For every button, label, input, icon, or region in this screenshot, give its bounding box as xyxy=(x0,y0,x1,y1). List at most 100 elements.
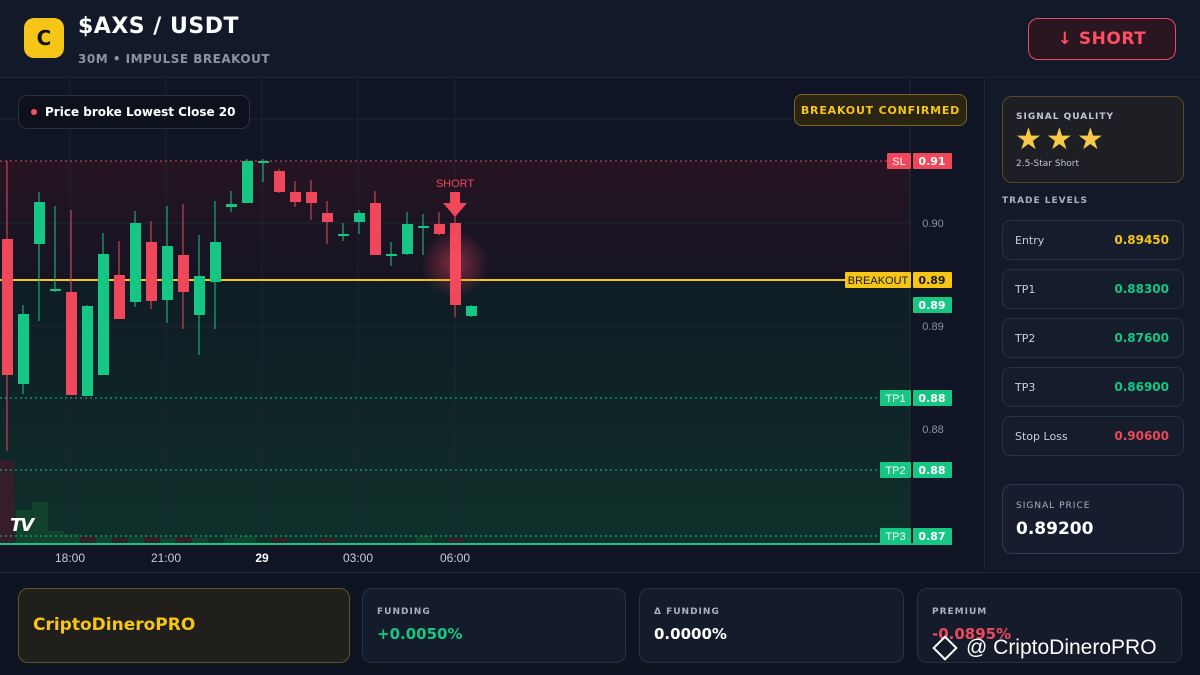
trade-level-value: 0.90600 xyxy=(1114,429,1169,443)
candle-body xyxy=(466,306,477,316)
short-marker-label: SHORT xyxy=(436,178,475,190)
delta-funding-card: Δ FUNDING 0.0000% xyxy=(639,588,904,663)
breakout-confirmed-badge: BREAKOUT CONFIRMED xyxy=(794,94,967,126)
candle-body xyxy=(338,234,349,236)
candlestick-chart[interactable]: 0.91 SL 0.89 BREAKOUT 0.89 0.88 TP1 0.88 TP2 0.87… xyxy=(0,79,985,571)
level-tag-text: BREAKOUT xyxy=(848,275,909,287)
y-axis-tick: 0.89 xyxy=(922,321,943,333)
star-rating: ★ ★ ★ xyxy=(1015,125,1104,155)
trade-level-value: 0.89450 xyxy=(1114,233,1169,247)
level-tag-text: SL xyxy=(892,156,905,168)
delta-funding-value: 0.0000% xyxy=(654,625,727,643)
x-axis-tick: 03:00 xyxy=(343,551,373,565)
short-button[interactable]: ↓ SHORT xyxy=(1028,18,1176,60)
trade-level-row: Stop Loss 0.90600 xyxy=(1002,416,1184,456)
price-chart[interactable]: 0.91 SL 0.89 BREAKOUT 0.89 0.88 TP1 0.88 TP2 0.87… xyxy=(0,79,985,571)
candle-body xyxy=(34,202,45,244)
candle-body xyxy=(290,192,301,202)
x-axis-tick: 06:00 xyxy=(440,551,470,565)
level-tag-text: TP2 xyxy=(885,465,905,477)
candle-body xyxy=(50,289,61,291)
volume-bar xyxy=(144,537,160,544)
x-axis-tick: 29 xyxy=(255,551,269,565)
candle-body xyxy=(370,203,381,255)
candle-body xyxy=(98,254,109,375)
candle-body xyxy=(146,242,157,301)
candle-body xyxy=(258,161,269,163)
level-value-text: 0.91 xyxy=(918,155,945,168)
candle-body xyxy=(114,275,125,319)
trade-level-row: TP1 0.88300 xyxy=(1002,269,1184,309)
level-value-text: 0.88 xyxy=(918,392,945,405)
level-tag-text: TP3 xyxy=(885,531,905,543)
candle-body xyxy=(82,306,93,396)
short-glow xyxy=(421,230,489,298)
signal-dot-icon xyxy=(31,109,37,115)
brand-card: CriptoDineroPRO xyxy=(18,588,350,663)
trade-level-label: TP2 xyxy=(1015,331,1036,345)
signal-quality-note: 2.5-Star Short xyxy=(1016,159,1080,169)
tradingview-logo[interactable]: TV xyxy=(10,515,34,536)
pair-subtitle: 30M • IMPULSE BREAKOUT xyxy=(78,52,271,66)
trade-level-label: TP3 xyxy=(1015,380,1036,394)
footer: CriptoDineroPRO FUNDING +0.0050% Δ FUNDI… xyxy=(0,572,1200,675)
candle-body xyxy=(386,254,397,256)
volume-bar xyxy=(240,536,256,544)
trade-level-row: TP3 0.86900 xyxy=(1002,367,1184,407)
signal-panel: SIGNAL QUALITY ★ ★ ★ 2.5-Star Short TRADE … xyxy=(986,79,1200,571)
funding-caption: FUNDING xyxy=(377,607,431,617)
signal-pill-text: Price broke Lowest Close 20 xyxy=(45,105,236,119)
candle-body xyxy=(194,276,205,315)
watermark-text: @ CriptoDineroPRO xyxy=(966,636,1157,659)
candle-body xyxy=(274,171,285,192)
trade-level-label: Stop Loss xyxy=(1015,429,1068,443)
volume-bar xyxy=(128,537,144,544)
candle-body xyxy=(18,314,29,384)
star-icon: ★ xyxy=(1076,122,1104,157)
premium-caption: PREMIUM xyxy=(932,607,988,617)
x-axis-tick: 21:00 xyxy=(151,551,181,565)
trade-level-value: 0.86900 xyxy=(1114,380,1169,394)
trade-levels-caption: TRADE LEVELS xyxy=(1002,196,1088,206)
candle-body xyxy=(210,242,221,282)
trade-level-label: TP1 xyxy=(1015,282,1036,296)
volume-bar xyxy=(48,531,64,544)
candle-body xyxy=(2,239,13,375)
delta-funding-caption: Δ FUNDING xyxy=(654,607,720,617)
funding-card: FUNDING +0.0050% xyxy=(362,588,626,663)
candle-body xyxy=(306,192,317,203)
level-tag-text: TP1 xyxy=(885,393,905,405)
volume-bar xyxy=(416,536,432,544)
level-value-text: 0.88 xyxy=(918,464,945,477)
trade-level-row: Entry 0.89450 xyxy=(1002,220,1184,260)
candle-body xyxy=(418,226,429,228)
candle-body xyxy=(66,292,77,395)
volume-bar xyxy=(32,502,48,544)
binance-icon xyxy=(932,635,958,661)
candle-body xyxy=(178,255,189,292)
funding-value: +0.0050% xyxy=(377,625,463,643)
candle-body xyxy=(226,204,237,207)
signal-quality-caption: SIGNAL QUALITY xyxy=(1016,112,1114,122)
candle-body xyxy=(322,213,333,222)
trade-level-label: Entry xyxy=(1015,233,1045,247)
header: C $AXS / USDT 30M • IMPULSE BREAKOUT ↓ S… xyxy=(0,0,1200,78)
candle-body xyxy=(402,224,413,254)
brand-name: CriptoDineroPRO xyxy=(33,615,196,635)
trade-level-value: 0.88300 xyxy=(1114,282,1169,296)
signal-quality-card: SIGNAL QUALITY ★ ★ ★ 2.5-Star Short xyxy=(1002,96,1184,183)
app-logo: C xyxy=(24,18,64,58)
volume-bar xyxy=(96,537,112,544)
x-axis-tick: 18:00 xyxy=(55,551,85,565)
signal-price-value: 0.89200 xyxy=(1016,519,1094,539)
candle-body xyxy=(130,223,141,302)
candle-body xyxy=(354,213,365,222)
candle-body xyxy=(242,161,253,203)
trade-level-row: TP2 0.87600 xyxy=(1002,318,1184,358)
level-value-text: 0.89 xyxy=(918,299,945,312)
level-value-text: 0.89 xyxy=(918,274,945,287)
volume-bar xyxy=(176,537,192,544)
star-icon: ★ xyxy=(1045,122,1073,157)
level-value-text: 0.87 xyxy=(918,530,945,543)
candle-body xyxy=(162,246,173,300)
